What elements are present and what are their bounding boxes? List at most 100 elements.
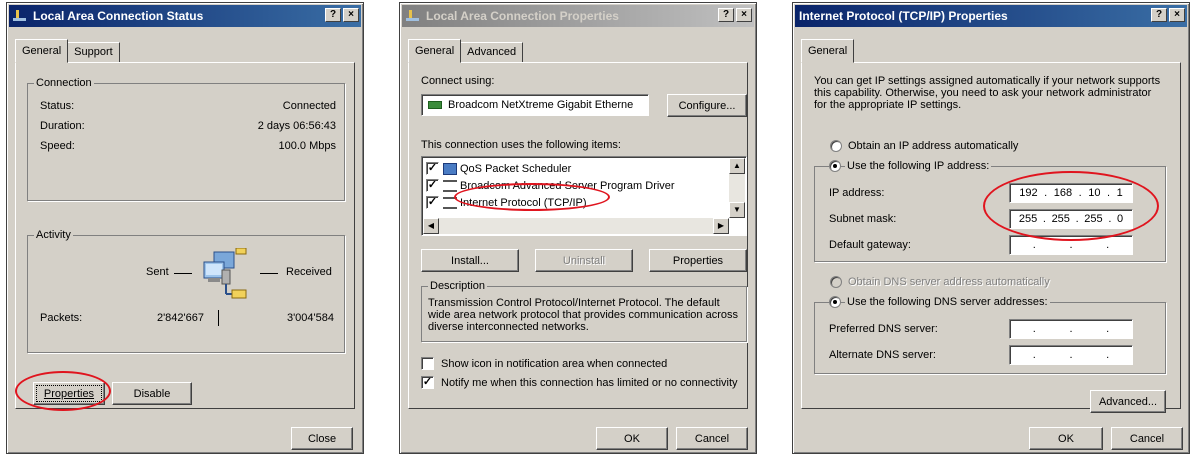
properties-dialog: Local Area Connection Properties ? × Gen…	[399, 2, 757, 454]
ip-address-field[interactable]: 192. 168. 10. 1	[1009, 183, 1133, 203]
properties-button-label: Properties	[43, 387, 95, 400]
ip-octet: 0	[1117, 213, 1124, 225]
ok-button-label: OK	[1058, 432, 1074, 445]
qos-scheduler-icon	[443, 162, 457, 175]
configure-button[interactable]: Configure...	[667, 94, 747, 117]
item-properties-button[interactable]: Properties	[649, 249, 747, 272]
ip-dot: .	[1042, 213, 1046, 225]
properties-titlebar[interactable]: Local Area Connection Properties ? ×	[402, 5, 754, 27]
preferred-dns-field[interactable]: . . .	[1009, 319, 1133, 339]
ip-dot: .	[1069, 349, 1073, 361]
ip-address-group: Use the following IP address: IP address…	[814, 160, 1166, 262]
close-icon[interactable]: ×	[736, 8, 752, 22]
use-dns-radio[interactable]	[829, 296, 841, 308]
activity-group: Activity Sent Received Packets: 2'842'66…	[27, 229, 345, 353]
uninstall-button[interactable]: Uninstall	[535, 249, 633, 272]
gateway-field[interactable]: . . .	[1009, 235, 1133, 255]
sent-label: Sent	[146, 266, 169, 278]
ip-octet: 168	[1053, 187, 1073, 199]
gateway-label: Default gateway:	[829, 239, 911, 251]
close-button-label: Close	[307, 432, 337, 445]
install-button[interactable]: Install...	[421, 249, 519, 272]
tab-advanced[interactable]: Advanced	[460, 42, 524, 63]
vertical-scrollbar[interactable]: ▲ ▼	[729, 158, 745, 218]
items-label: This connection uses the following items…	[421, 139, 621, 151]
help-button[interactable]: ?	[1151, 8, 1167, 22]
subnet-mask-field[interactable]: 255. 255. 255. 0	[1009, 209, 1133, 229]
notify-checkbox[interactable]: ✓	[421, 376, 434, 389]
ok-button[interactable]: OK	[1029, 427, 1103, 450]
close-icon[interactable]: ×	[1169, 8, 1185, 22]
status-title: Local Area Connection Status	[33, 9, 204, 23]
ip-dot: .	[1106, 239, 1110, 251]
help-button[interactable]: ?	[325, 8, 341, 22]
checkbox-checked-icon[interactable]: ✓	[426, 162, 439, 175]
status-titlebar[interactable]: Local Area Connection Status ? ×	[9, 5, 361, 27]
ip-octet: 192	[1019, 187, 1038, 199]
cancel-button[interactable]: Cancel	[1111, 427, 1183, 450]
properties-button[interactable]: Properties	[33, 382, 105, 405]
ip-dot: .	[1032, 349, 1036, 361]
ip-dot: .	[1075, 213, 1079, 225]
tab-general[interactable]: General	[15, 39, 69, 63]
item-label: QoS Packet Scheduler	[460, 162, 572, 175]
status-dialog: Local Area Connection Status ? × General…	[6, 2, 364, 454]
status-tab-body: Connection Status: Connected Duration: 2…	[15, 62, 355, 409]
ip-address-label: IP address:	[829, 187, 885, 199]
item-label: Broadcom Advanced Server Program Driver	[460, 179, 675, 192]
show-icon-label: Show icon in notification area when conn…	[441, 358, 668, 370]
adapter-field: Broadcom NetXtreme Gigabit Etherne	[421, 94, 649, 116]
received-line	[260, 273, 278, 274]
packets-divider	[218, 310, 219, 326]
disable-button[interactable]: Disable	[112, 382, 192, 405]
connection-group-label: Connection	[34, 77, 94, 89]
components-list[interactable]: ✓ QoS Packet Scheduler ✓ Broadcom Advanc…	[421, 156, 747, 236]
network-computers-icon	[203, 248, 247, 299]
cancel-button-label: Cancel	[694, 432, 730, 445]
tcpip-titlebar[interactable]: Internet Protocol (TCP/IP) Properties ? …	[795, 5, 1187, 27]
tcpip-tab-body: You can get IP settings assigned automat…	[801, 62, 1181, 413]
scroll-up-icon[interactable]: ▲	[729, 158, 745, 174]
checkbox-checked-icon[interactable]: ✓	[426, 196, 439, 209]
close-button[interactable]: Close	[291, 427, 353, 450]
close-icon[interactable]: ×	[343, 8, 359, 22]
speed-label: Speed:	[40, 140, 75, 152]
preferred-dns-label: Preferred DNS server:	[829, 323, 938, 335]
alternate-dns-field[interactable]: . . .	[1009, 345, 1133, 365]
obtain-dns-radio[interactable]	[830, 276, 842, 288]
subnet-label: Subnet mask:	[829, 213, 897, 225]
scroll-down-icon[interactable]: ▼	[729, 202, 745, 218]
show-icon-checkbox[interactable]	[421, 357, 434, 370]
obtain-ip-radio[interactable]	[830, 140, 842, 152]
tab-general[interactable]: General	[801, 39, 855, 63]
ip-dot: .	[1106, 323, 1110, 335]
duration-value: 2 days 06:56:43	[257, 120, 336, 132]
disable-button-label: Disable	[133, 387, 171, 400]
duration-label: Duration:	[40, 120, 85, 132]
scroll-left-icon[interactable]: ◀	[423, 218, 439, 234]
packets-label: Packets:	[40, 312, 83, 324]
network-connection-icon	[13, 9, 29, 23]
cancel-button[interactable]: Cancel	[676, 427, 748, 450]
list-item[interactable]: ✓ QoS Packet Scheduler	[426, 160, 571, 177]
list-item[interactable]: ✓ Internet Protocol (TCP/IP)	[426, 194, 587, 211]
checkbox-checked-icon[interactable]: ✓	[426, 179, 439, 192]
dns-group: Use the following DNS server addresses: …	[814, 296, 1166, 374]
tcpip-dialog: Internet Protocol (TCP/IP) Properties ? …	[792, 2, 1190, 454]
horizontal-scrollbar[interactable]: ◀ ▶	[423, 218, 729, 234]
help-button[interactable]: ?	[718, 8, 734, 22]
ok-button[interactable]: OK	[596, 427, 668, 450]
scroll-right-icon[interactable]: ▶	[713, 218, 729, 234]
description-text: Transmission Control Protocol/Internet P…	[428, 297, 738, 333]
tab-general[interactable]: General	[408, 39, 462, 63]
tab-support[interactable]: Support	[67, 42, 120, 63]
properties-title: Local Area Connection Properties	[426, 9, 619, 23]
use-ip-radio[interactable]	[829, 160, 841, 172]
advanced-button[interactable]: Advanced...	[1090, 390, 1166, 413]
ip-octet: 1	[1116, 187, 1123, 199]
network-adapter-icon	[428, 101, 442, 109]
list-item[interactable]: ✓ Broadcom Advanced Server Program Drive…	[426, 177, 675, 194]
ip-dot: .	[1032, 323, 1036, 335]
status-tabs: General Support	[15, 39, 120, 63]
ip-dot: .	[1108, 213, 1112, 225]
